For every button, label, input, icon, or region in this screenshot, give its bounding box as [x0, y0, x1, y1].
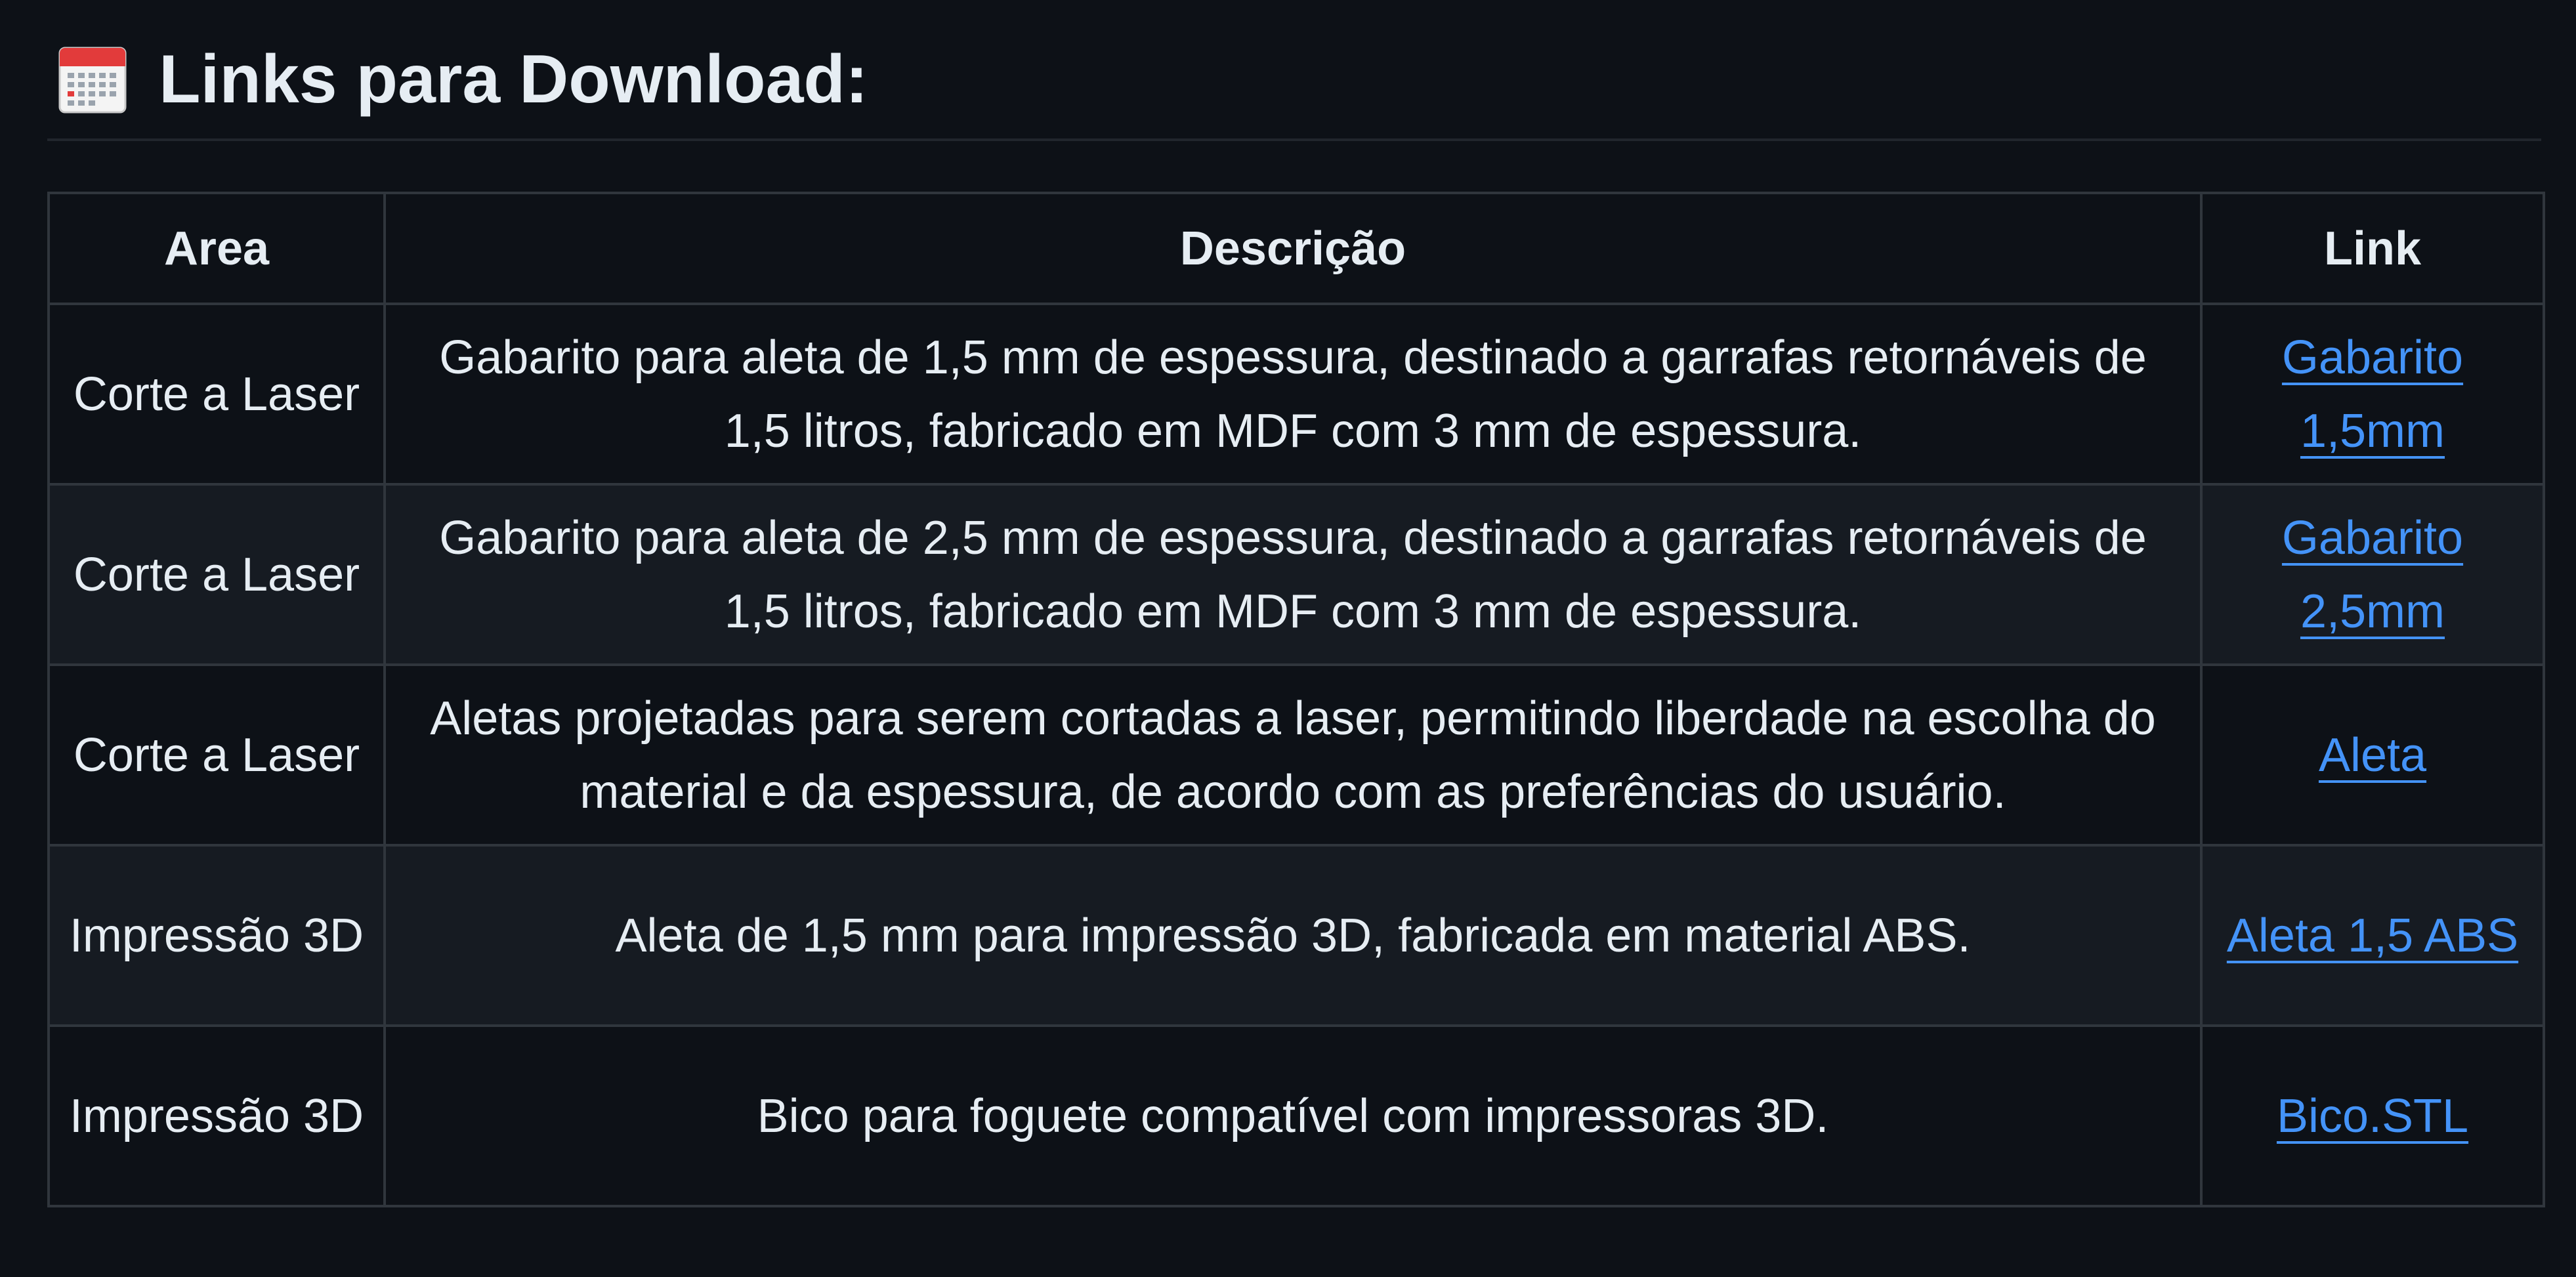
section-heading: Links para Download: — [47, 36, 2541, 141]
table-header-row: Area Descrição Link — [47, 192, 2545, 305]
description-cell: Aletas projetadas para serem cortadas a … — [383, 663, 2203, 847]
table-row: Impressão 3D Bico para foguete compatíve… — [47, 1024, 2545, 1207]
description-cell: Bico para foguete compatível com impress… — [383, 1024, 2203, 1207]
download-link-gabarito-2-5mm[interactable]: Gabarito 2,5mm — [2282, 512, 2463, 638]
download-link-aleta[interactable]: Aleta — [2319, 729, 2426, 782]
column-header-link: Link — [2200, 192, 2545, 305]
downloads-table: Area Descrição Link Corte a Laser Gabari… — [47, 192, 2545, 1207]
area-cell: Impressão 3D — [47, 844, 386, 1027]
column-header-description: Descrição — [383, 192, 2203, 305]
description-cell: Aleta de 1,5 mm para impressão 3D, fabri… — [383, 844, 2203, 1027]
table-row: Corte a Laser Gabarito para aleta de 2,5… — [47, 483, 2545, 666]
area-cell: Corte a Laser — [47, 663, 386, 847]
table-row: Corte a Laser Aletas projetadas para ser… — [47, 663, 2545, 847]
link-cell: Gabarito 2,5mm — [2200, 483, 2545, 666]
area-cell: Corte a Laser — [47, 303, 386, 486]
link-cell: Aleta 1,5 ABS — [2200, 844, 2545, 1027]
download-link-gabarito-1-5mm[interactable]: Gabarito 1,5mm — [2282, 331, 2463, 457]
page-title: Links para Download: — [159, 41, 868, 117]
table-row: Impressão 3D Aleta de 1,5 mm para impres… — [47, 844, 2545, 1027]
download-link-bico-stl[interactable]: Bico.STL — [2277, 1090, 2468, 1142]
link-cell: Bico.STL — [2200, 1024, 2545, 1207]
calendar-icon — [57, 44, 128, 115]
download-link-aleta-1-5-abs[interactable]: Aleta 1,5 ABS — [2227, 910, 2518, 962]
table-row: Corte a Laser Gabarito para aleta de 1,5… — [47, 303, 2545, 486]
column-header-area: Area — [47, 192, 386, 305]
link-cell: Gabarito 1,5mm — [2200, 303, 2545, 486]
description-cell: Gabarito para aleta de 2,5 mm de espessu… — [383, 483, 2203, 666]
area-cell: Corte a Laser — [47, 483, 386, 666]
description-cell: Gabarito para aleta de 1,5 mm de espessu… — [383, 303, 2203, 486]
area-cell: Impressão 3D — [47, 1024, 386, 1207]
link-cell: Aleta — [2200, 663, 2545, 847]
